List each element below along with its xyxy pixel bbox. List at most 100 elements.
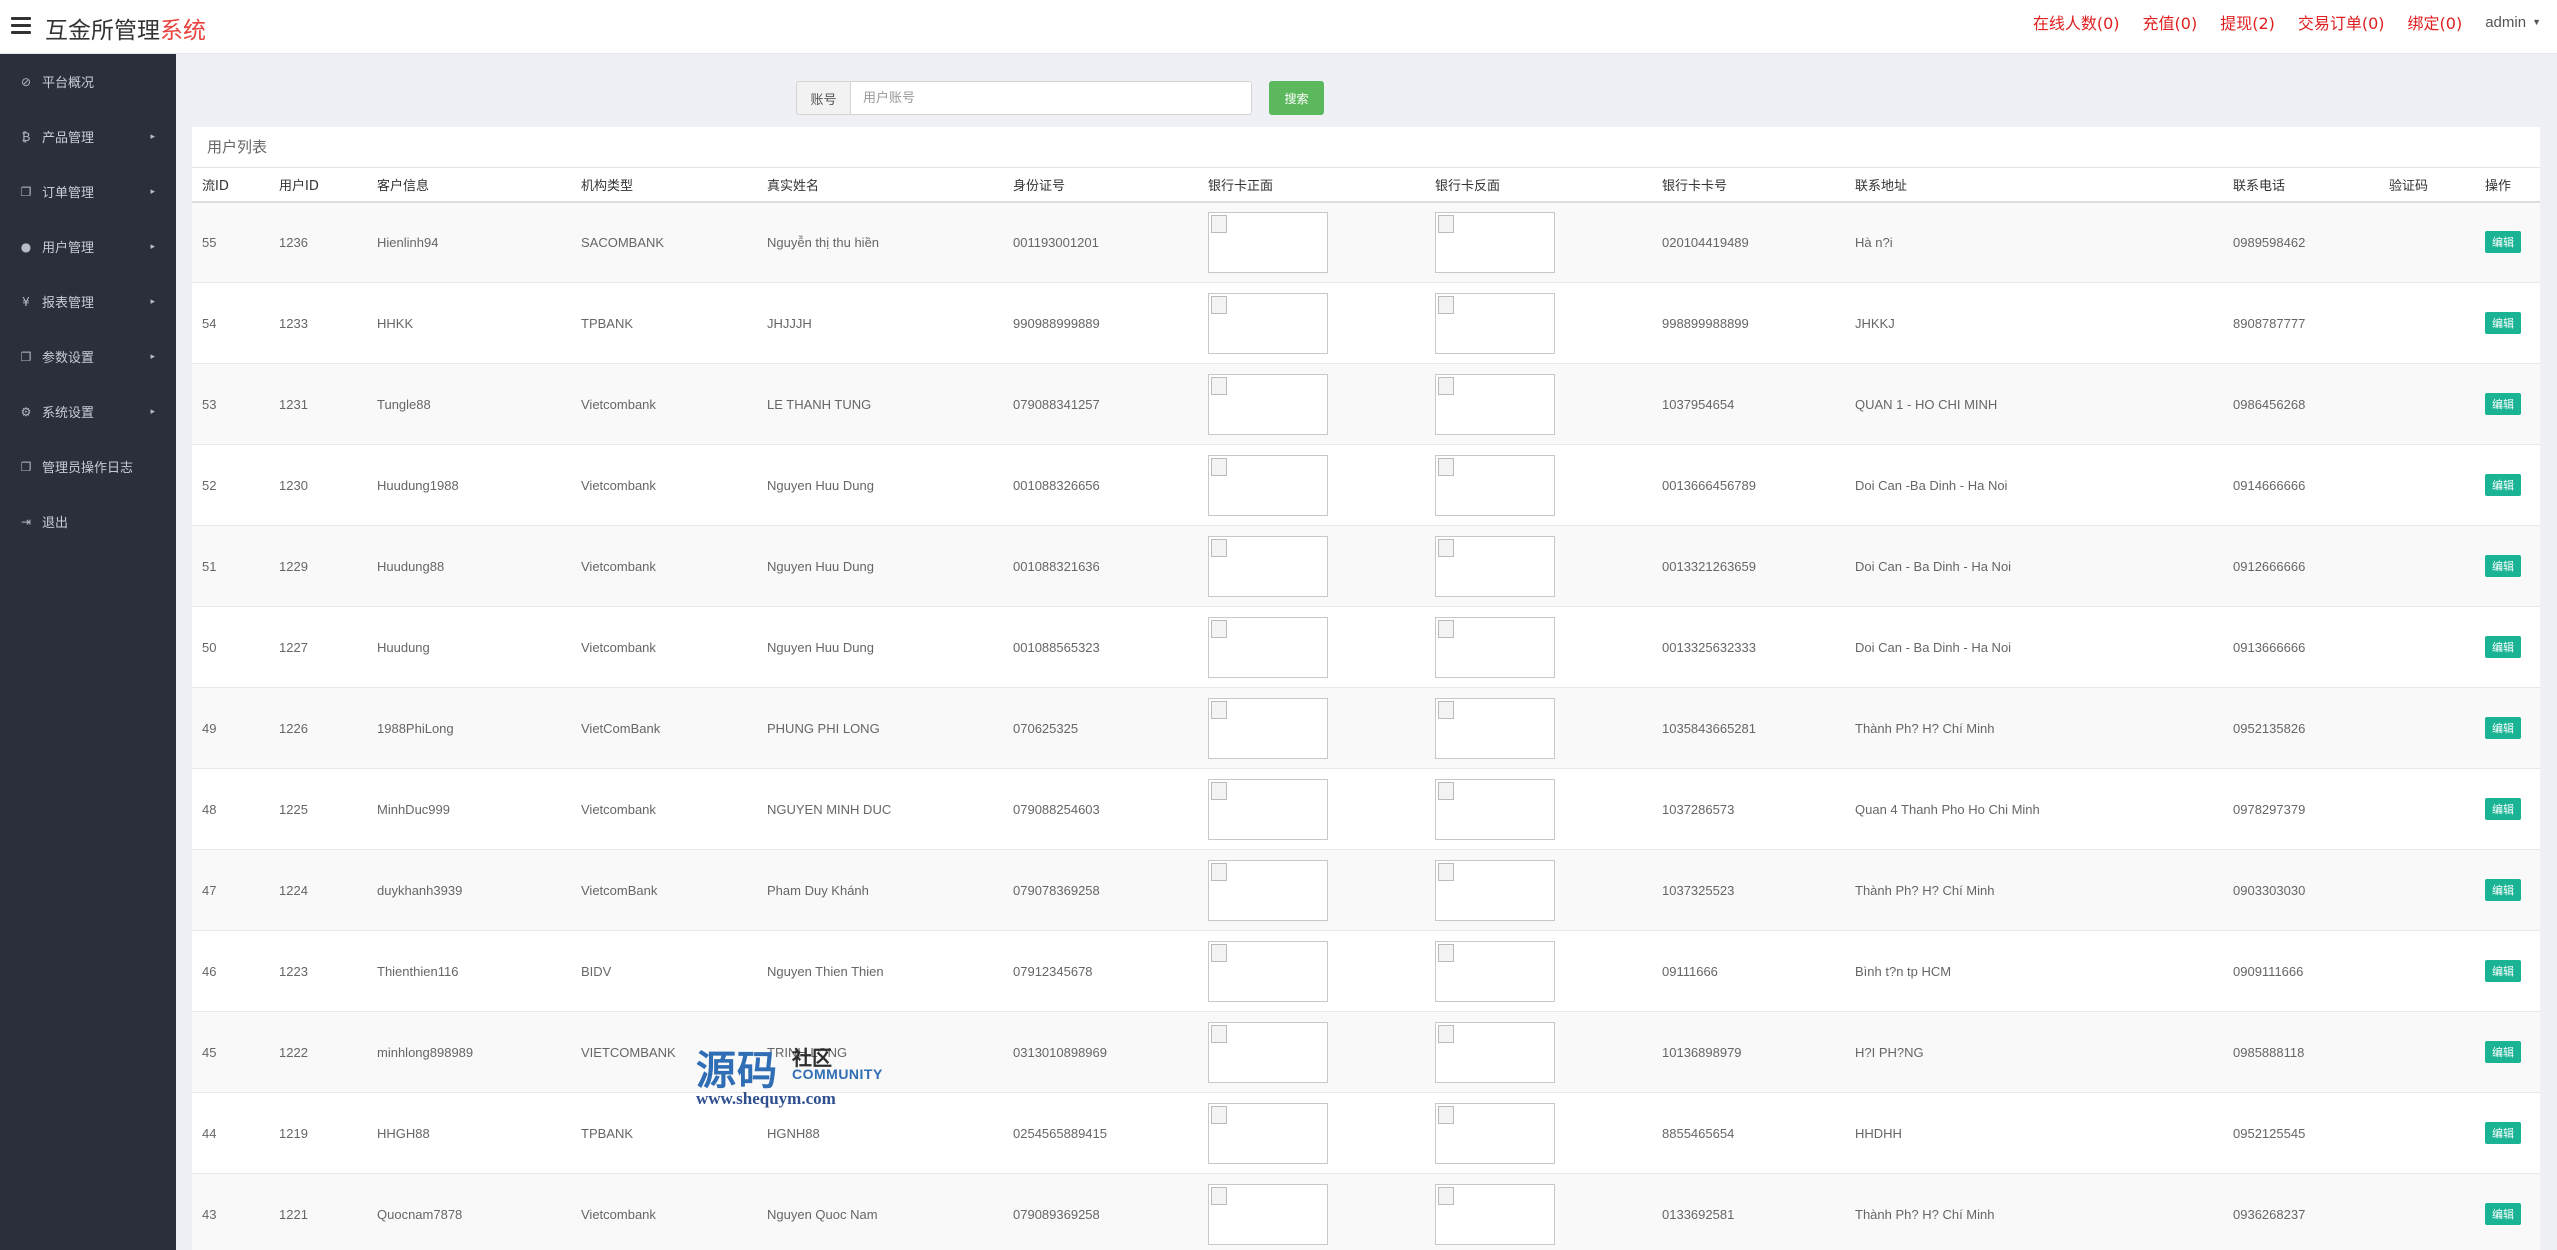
- table-cell: [2379, 1173, 2475, 1250]
- table-cell: 001088321636: [1003, 525, 1198, 607]
- table-cell: JHJJJH: [757, 282, 1003, 364]
- table-cell: [1198, 930, 1425, 1012]
- user-menu[interactable]: admin ▼: [2485, 14, 2541, 31]
- table-cell: 001088326656: [1003, 444, 1198, 526]
- table-cell: Vietcombank: [571, 363, 757, 445]
- table-cell: [1198, 849, 1425, 931]
- nav-bind[interactable]: 绑定(0): [2408, 10, 2463, 34]
- table-cell: [1425, 1092, 1652, 1174]
- nav-recharge[interactable]: 充值(0): [2143, 10, 2198, 34]
- edit-button[interactable]: 编辑: [2485, 798, 2521, 820]
- table-cell: 编辑: [2475, 525, 2540, 607]
- table-cell: 0913666666: [2223, 606, 2379, 688]
- table-cell: [1198, 363, 1425, 445]
- table-cell: 46: [192, 930, 269, 1012]
- card-back-image: [1435, 778, 1555, 840]
- table-cell: 1226: [269, 687, 367, 769]
- bitcoin-icon: ₿: [21, 129, 31, 144]
- card-front-image: [1208, 940, 1328, 1002]
- edit-button[interactable]: 编辑: [2485, 636, 2521, 658]
- card-back-image: [1435, 616, 1555, 678]
- edit-button[interactable]: 编辑: [2485, 1203, 2521, 1225]
- edit-button[interactable]: 编辑: [2485, 960, 2521, 982]
- table-cell: TRINH LONG: [757, 1011, 1003, 1093]
- table-cell: [1198, 444, 1425, 526]
- table-cell: Vietcombank: [571, 444, 757, 526]
- card-back-image: [1435, 535, 1555, 597]
- sidebar-item-5[interactable]: ❐ 参数设置 ▸: [0, 329, 176, 384]
- table-cell: H?I PH?NG: [1845, 1011, 2223, 1093]
- sidebar-item-7[interactable]: ❐ 管理员操作日志: [0, 439, 176, 494]
- table-cell: 54: [192, 282, 269, 364]
- edit-button[interactable]: 编辑: [2485, 1122, 2521, 1144]
- sidebar-item-label: 订单管理: [42, 186, 95, 201]
- nav-trade-orders[interactable]: 交易订单(0): [2298, 10, 2385, 34]
- table-cell: HHKK: [367, 282, 571, 364]
- table-cell: 001193001201: [1003, 201, 1198, 283]
- search-button[interactable]: 搜索: [1269, 81, 1324, 115]
- table-cell: 编辑: [2475, 282, 2540, 364]
- app-title-main: 互金所管理: [45, 18, 160, 44]
- edit-button[interactable]: 编辑: [2485, 717, 2521, 739]
- edit-button[interactable]: 编辑: [2485, 231, 2521, 254]
- table-cell: 47: [192, 849, 269, 931]
- table-cell: Vietcombank: [571, 1173, 757, 1250]
- table-cell: JHKKJ: [1845, 282, 2223, 364]
- table-cell: [1425, 1011, 1652, 1093]
- table-cell: [2379, 525, 2475, 607]
- edit-button[interactable]: 编辑: [2485, 312, 2521, 334]
- table-cell: 001088565323: [1003, 606, 1198, 688]
- sidebar-item-8[interactable]: ⇥ 退出: [0, 494, 176, 549]
- table-cell: [1425, 1173, 1652, 1250]
- sidebar-item-label: 系统设置: [42, 406, 95, 421]
- table-cell: Thành Ph? H? Chí Minh: [1845, 849, 2223, 931]
- menu-toggle-icon[interactable]: [11, 17, 31, 34]
- table-cell: Thienthien116: [367, 930, 571, 1012]
- chevron-right-icon: ▸: [150, 186, 155, 197]
- table-cell: 编辑: [2475, 849, 2540, 931]
- table-cell: [2379, 282, 2475, 364]
- card-back-image: [1435, 1102, 1555, 1164]
- edit-button[interactable]: 编辑: [2485, 555, 2521, 577]
- column-header: 客户信息: [367, 167, 571, 203]
- sidebar-item-3[interactable]: ● 用户管理 ▸: [0, 219, 176, 274]
- table-cell: 1224: [269, 849, 367, 931]
- table-cell: Vietcombank: [571, 768, 757, 850]
- table-cell: 1037325523: [1652, 849, 1845, 931]
- sidebar-item-label: 参数设置: [42, 351, 95, 366]
- sidebar-item-1[interactable]: ₿ 产品管理 ▸: [0, 109, 176, 164]
- table-cell: 1225: [269, 768, 367, 850]
- edit-button[interactable]: 编辑: [2485, 879, 2521, 901]
- table-cell: [1198, 687, 1425, 769]
- user-icon: ●: [20, 239, 32, 254]
- table-cell: Nguyen Huu Dung: [757, 525, 1003, 607]
- card-front-image: [1208, 454, 1328, 516]
- table-cell: SACOMBANK: [571, 201, 757, 283]
- table-cell: Vietcombank: [571, 606, 757, 688]
- card-back-image: [1435, 1021, 1555, 1083]
- sidebar-item-2[interactable]: ❐ 订单管理 ▸: [0, 164, 176, 219]
- sidebar-item-6[interactable]: ⚙ 系统设置 ▸: [0, 384, 176, 439]
- card-front-image: [1208, 211, 1328, 273]
- card-front-image: [1208, 1021, 1328, 1083]
- table-cell: 8855465654: [1652, 1092, 1845, 1174]
- table-header-row: 流ID 用户ID 客户信息 机构类型 真实姓名 身份证号 银行卡正面 银行卡反面 银行卡卡号 联系…: [192, 167, 2540, 203]
- table-cell: Thành Ph? H? Chí Minh: [1845, 687, 2223, 769]
- edit-button[interactable]: 编辑: [2485, 474, 2521, 496]
- sidebar-item-4[interactable]: ¥ 报表管理 ▸: [0, 274, 176, 329]
- table-cell: minhlong898989: [367, 1011, 571, 1093]
- table-cell: 编辑: [2475, 930, 2540, 1012]
- table-cell: VIETCOMBANK: [571, 1011, 757, 1093]
- table-cell: [1425, 444, 1652, 526]
- nav-online-users[interactable]: 在线人数(0): [2033, 10, 2120, 34]
- table-cell: 45: [192, 1011, 269, 1093]
- sidebar-item-0[interactable]: ⊘ 平台概况: [0, 54, 176, 109]
- table-cell: [2379, 849, 2475, 931]
- table-cell: Doi Can - Ba Dinh - Ha Noi: [1845, 525, 2223, 607]
- account-search-input[interactable]: [850, 81, 1252, 115]
- card-front-image: [1208, 697, 1328, 759]
- table-cell: 0254565889415: [1003, 1092, 1198, 1174]
- edit-button[interactable]: 编辑: [2485, 393, 2521, 415]
- edit-button[interactable]: 编辑: [2485, 1041, 2521, 1063]
- nav-withdraw[interactable]: 提现(2): [2220, 10, 2275, 34]
